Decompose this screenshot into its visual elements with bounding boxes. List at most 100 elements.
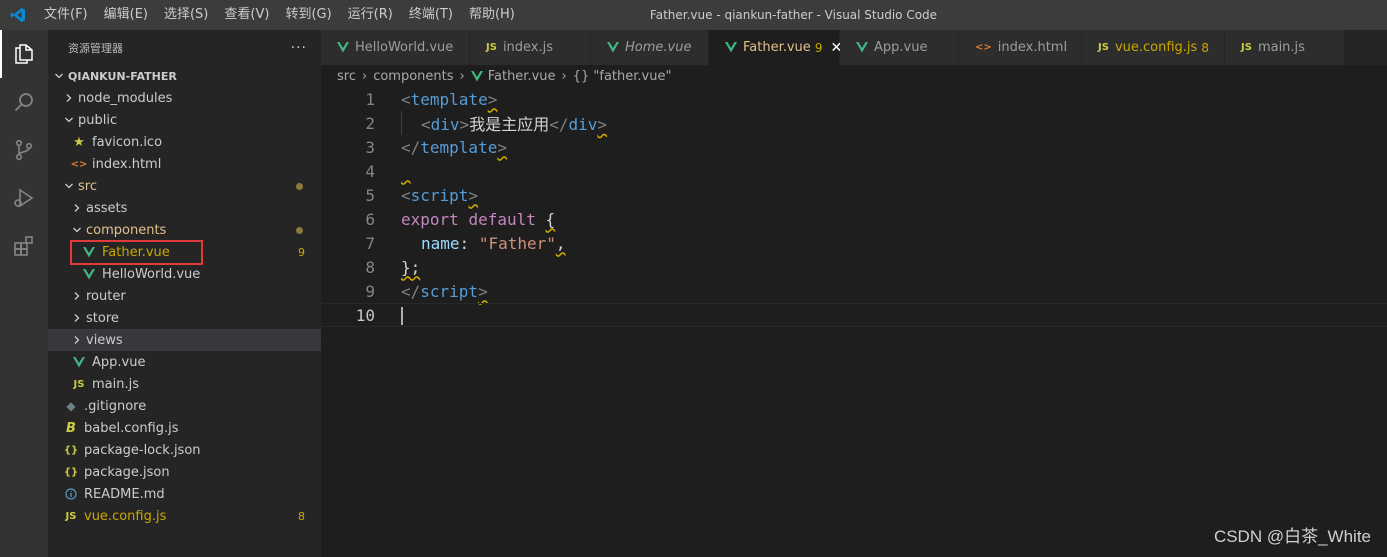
tree-item-assets[interactable]: assets: [48, 197, 321, 219]
tree-item-package-json[interactable]: {} package.json: [48, 461, 321, 483]
tab-vue-config-js[interactable]: JS vue.config.js 8: [1082, 30, 1225, 65]
tab-label: Home.vue: [625, 40, 692, 55]
code-line: 5 <script>: [321, 183, 1387, 207]
line-number: 7: [365, 233, 375, 253]
more-actions-button[interactable]: ···: [291, 40, 307, 56]
json-file-icon: {}: [63, 444, 79, 456]
tree-item-favicon[interactable]: ★ favicon.ico: [48, 131, 321, 153]
tree-item-readme[interactable]: README.md: [48, 483, 321, 505]
token: "Father": [478, 233, 556, 253]
git-file-icon: ◆: [66, 399, 76, 413]
info-icon: [64, 487, 78, 501]
line-number: 5: [365, 185, 375, 205]
menu-file[interactable]: 文件(F): [36, 0, 96, 30]
explorer-title: 资源管理器: [68, 41, 123, 55]
problems-count-badge: 9: [814, 40, 823, 55]
code-editor[interactable]: 1 <template> 2 <div>我是主应用</div> 3 </temp…: [321, 87, 1387, 557]
tree-item-public[interactable]: public: [48, 109, 321, 131]
breadcrumb: src › components › Father.vue › {} "fath…: [321, 65, 1387, 87]
star-icon: ★: [73, 134, 85, 150]
menu-selection[interactable]: 选择(S): [156, 0, 216, 30]
chevron-right-icon: [70, 291, 84, 301]
code-line: 9 </script>: [321, 279, 1387, 303]
tree-item-label: src: [78, 178, 97, 194]
workspace-root[interactable]: QIANKUN-FATHER: [48, 65, 321, 87]
code-line: 8 };: [321, 255, 1387, 279]
breadcrumb-item-symbol[interactable]: {} "father.vue": [573, 69, 672, 84]
token: default: [468, 209, 536, 229]
tree-item-main-js[interactable]: JS main.js: [48, 373, 321, 395]
editor-tabs: HelloWorld.vue JS index.js Home.vue Fath…: [321, 30, 1387, 65]
tab-app-vue[interactable]: App.vue: [840, 30, 959, 65]
token: >: [459, 115, 470, 134]
line-number: 10: [355, 305, 375, 325]
tree-item-components[interactable]: components: [48, 219, 321, 241]
menu-help[interactable]: 帮助(H): [461, 0, 523, 30]
explorer-icon[interactable]: [0, 30, 48, 78]
js-file-icon: JS: [486, 42, 497, 53]
tab-main-js[interactable]: JS main.js: [1225, 30, 1345, 65]
token: div: [430, 115, 460, 134]
token: <: [401, 185, 411, 205]
menu-edit[interactable]: 编辑(E): [96, 0, 156, 30]
tree-item-app-vue[interactable]: App.vue: [48, 351, 321, 373]
tree-item-label: router: [86, 288, 126, 304]
token: >: [487, 89, 498, 109]
menu-run[interactable]: 运行(R): [340, 0, 401, 30]
tree-item-index-html[interactable]: <> index.html: [48, 153, 321, 175]
vue-file-icon: [337, 42, 349, 53]
tree-item-src[interactable]: src: [48, 175, 321, 197]
chevron-down-icon: [62, 115, 76, 125]
tree-item-views[interactable]: views: [48, 329, 321, 351]
menu-go[interactable]: 转到(G): [277, 0, 339, 30]
tree-item-package-lock[interactable]: {} package-lock.json: [48, 439, 321, 461]
tab-home-vue[interactable]: Home.vue: [591, 30, 709, 65]
tree-item-label: views: [86, 332, 123, 348]
token: >: [478, 281, 488, 301]
menu-view[interactable]: 查看(V): [216, 0, 277, 30]
tree-item-gitignore[interactable]: ◆ .gitignore: [48, 395, 321, 417]
tree-item-store[interactable]: store: [48, 307, 321, 329]
tab-father-vue[interactable]: Father.vue 9 ✕: [709, 30, 842, 65]
run-debug-icon[interactable]: [0, 174, 48, 222]
tree-item-helloworld-vue[interactable]: HelloWorld.vue: [48, 263, 321, 285]
tab-label: index.html: [997, 40, 1068, 55]
breadcrumb-item-file[interactable]: Father.vue: [488, 69, 556, 84]
breadcrumb-item-src[interactable]: src: [337, 69, 356, 84]
tree-item-babel-config[interactable]: B babel.config.js: [48, 417, 321, 439]
tree-item-label: README.md: [84, 486, 165, 502]
token: export: [401, 209, 459, 229]
tree-item-node-modules[interactable]: node_modules: [48, 87, 321, 109]
tab-index-html[interactable]: <> index.html: [959, 30, 1082, 65]
tree-item-label: favicon.ico: [92, 134, 163, 150]
breadcrumb-item-components[interactable]: components: [373, 69, 453, 84]
tree-item-label: components: [86, 222, 167, 238]
code-line: 4 ​: [321, 159, 1387, 183]
source-control-icon[interactable]: [0, 126, 48, 174]
tab-label: Father.vue: [743, 40, 811, 55]
vue-file-icon: [470, 70, 483, 82]
menu-terminal[interactable]: 终端(T): [401, 0, 461, 30]
tab-label: HelloWorld.vue: [355, 40, 454, 55]
tree-item-father-vue[interactable]: Father.vue 9: [48, 241, 321, 263]
code-line: 6 export default {: [321, 207, 1387, 231]
code-line: 3 </template>: [321, 135, 1387, 159]
json-file-icon: {}: [63, 466, 79, 478]
search-icon[interactable]: [0, 78, 48, 126]
tree-item-router[interactable]: router: [48, 285, 321, 307]
tab-label: App.vue: [874, 40, 928, 55]
tree-item-label: Father.vue: [102, 244, 170, 260]
workspace-root-label: QIANKUN-FATHER: [68, 69, 177, 83]
extensions-icon[interactable]: [0, 222, 48, 270]
line-number: 3: [365, 137, 375, 157]
tab-index-js[interactable]: JS index.js: [470, 30, 591, 65]
tab-helloworld-vue[interactable]: HelloWorld.vue: [321, 30, 470, 65]
tree-item-vue-config[interactable]: JS vue.config.js 8: [48, 505, 321, 527]
token: {: [545, 209, 556, 229]
line-number: 6: [365, 209, 375, 229]
tree-item-label: index.html: [92, 156, 162, 172]
activity-bar: [0, 30, 48, 557]
explorer-sidebar: 资源管理器 ··· QIANKUN-FATHER node_modules pu…: [48, 30, 321, 557]
chevron-right-icon: ›: [459, 68, 465, 84]
token: };: [401, 257, 421, 277]
